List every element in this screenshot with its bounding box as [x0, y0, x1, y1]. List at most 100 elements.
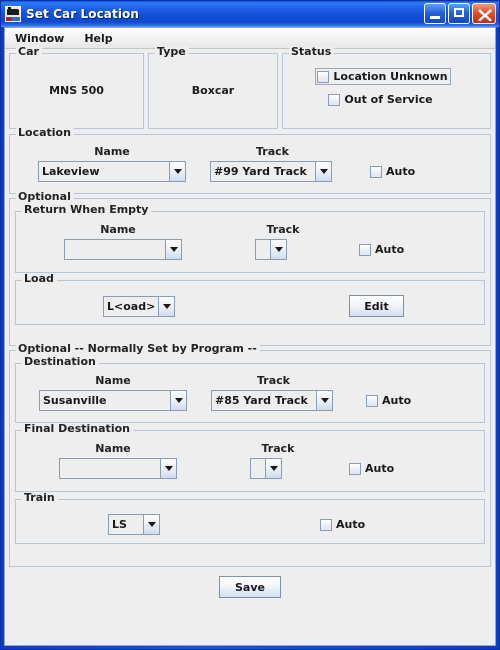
chevron-down-icon[interactable] [143, 514, 160, 535]
destination-name-combo[interactable]: Susanville [39, 390, 187, 411]
car-value: MNS 500 [49, 84, 104, 97]
save-button[interactable]: Save [219, 576, 281, 598]
load-group: Load L<oad> Edit [15, 273, 485, 325]
rwe-name-header: Name [100, 223, 136, 236]
type-group-label: Type [155, 46, 189, 58]
final-destination-label: Final Destination [22, 423, 133, 435]
checkbox-box [320, 518, 332, 531]
menu-item-window[interactable]: Window [12, 30, 73, 47]
car-group-label: Car [16, 46, 42, 58]
type-group: Type Boxcar [148, 46, 278, 129]
close-icon [478, 9, 492, 22]
out-of-service-label: Out of Service [344, 93, 433, 106]
train-group-label: Train [22, 492, 58, 504]
program-optional-group: Optional -- Normally Set by Program -- D… [9, 343, 491, 567]
close-button[interactable] [472, 3, 496, 24]
destination-name-header: Name [95, 374, 131, 387]
optional-group-label: Optional [16, 191, 74, 203]
application-window: Set Car Location Window Help Car MNS 500 [0, 0, 500, 650]
destination-group: Destination Name Track Susanville #85 Ya… [15, 356, 485, 423]
window-title: Set Car Location [26, 7, 140, 21]
train-auto-label: Auto [336, 518, 366, 531]
chevron-down-icon[interactable] [165, 239, 182, 260]
rwe-name-value [64, 239, 165, 260]
final-destination-group: Final Destination Name Track Auto [15, 423, 485, 492]
rwe-track-value [255, 239, 270, 260]
destination-group-label: Destination [22, 356, 99, 368]
car-group: Car MNS 500 [9, 46, 144, 129]
out-of-service-checkbox[interactable]: Out of Service [328, 93, 433, 106]
return-when-empty-label: Return When Empty [22, 204, 152, 216]
checkbox-box [359, 243, 371, 256]
location-group: Location Name Track Lakeview #99 Yard Tr… [9, 127, 491, 194]
chevron-down-icon[interactable] [270, 239, 287, 260]
location-group-label: Location [16, 127, 74, 139]
status-group: Status Location Unknown Out of Service [282, 46, 491, 129]
top-panels-row: Car MNS 500 Type Boxcar Status Location … [9, 46, 491, 129]
client-area: Window Help Car MNS 500 Type Boxcar Stat… [4, 27, 496, 646]
final-dest-auto-label: Auto [365, 462, 395, 475]
window-controls [424, 3, 496, 24]
final-dest-track-value [250, 458, 265, 479]
load-combo[interactable]: L<oad> [103, 295, 175, 317]
rwe-auto-checkbox[interactable]: Auto [359, 243, 404, 256]
chevron-down-icon[interactable] [315, 161, 332, 182]
locomotive-icon [5, 6, 21, 22]
train-auto-checkbox[interactable]: Auto [320, 518, 365, 531]
train-group: Train LS Auto [15, 492, 485, 544]
form-content: Car MNS 500 Type Boxcar Status Location … [5, 46, 495, 645]
final-dest-name-header: Name [95, 442, 131, 455]
destination-auto-label: Auto [382, 394, 412, 407]
title-bar[interactable]: Set Car Location [1, 1, 499, 27]
final-dest-name-value [59, 458, 160, 479]
checkbox-box [317, 70, 330, 83]
location-name-value: Lakeview [38, 161, 169, 182]
destination-auto-checkbox[interactable]: Auto [366, 394, 411, 407]
chevron-down-icon[interactable] [265, 458, 282, 479]
edit-button[interactable]: Edit [349, 295, 404, 317]
train-value: LS [108, 514, 143, 535]
final-dest-track-header: Track [261, 442, 295, 455]
program-optional-label: Optional -- Normally Set by Program -- [16, 343, 260, 355]
chevron-down-icon[interactable] [170, 390, 187, 411]
chevron-down-icon[interactable] [160, 458, 177, 479]
location-unknown-checkbox[interactable]: Location Unknown [315, 68, 451, 85]
load-value: L<oad> [103, 295, 158, 317]
menu-item-help[interactable]: Help [81, 30, 121, 47]
minimize-button[interactable] [424, 3, 446, 24]
final-dest-track-combo[interactable] [250, 458, 282, 479]
status-group-label: Status [289, 46, 335, 58]
rwe-auto-label: Auto [375, 243, 405, 256]
location-auto-checkbox[interactable]: Auto [370, 165, 415, 178]
location-name-header: Name [94, 145, 130, 158]
location-track-header: Track [256, 145, 289, 158]
footer-bar: Save [9, 576, 491, 598]
destination-track-combo[interactable]: #85 Yard Track [211, 390, 333, 411]
location-name-combo[interactable]: Lakeview [38, 161, 186, 182]
train-combo[interactable]: LS [108, 514, 160, 535]
menu-bar: Window Help [5, 28, 495, 49]
maximize-button[interactable] [448, 3, 470, 24]
location-track-combo[interactable]: #99 Yard Track [210, 161, 332, 182]
optional-group: Optional Return When Empty Name Track Au… [9, 191, 491, 346]
destination-track-value: #85 Yard Track [211, 390, 316, 411]
checkbox-box [349, 462, 361, 475]
destination-track-header: Track [257, 374, 290, 387]
location-auto-label: Auto [386, 165, 416, 178]
checkbox-box [328, 93, 341, 106]
checkbox-box [370, 165, 382, 178]
chevron-down-icon[interactable] [169, 161, 186, 182]
rwe-track-combo[interactable] [255, 239, 287, 260]
rwe-name-combo[interactable] [64, 239, 182, 260]
load-group-label: Load [22, 273, 57, 285]
checkbox-box [366, 394, 378, 407]
final-dest-auto-checkbox[interactable]: Auto [349, 462, 394, 475]
destination-name-value: Susanville [39, 390, 170, 411]
location-track-value: #99 Yard Track [210, 161, 315, 182]
location-unknown-label: Location Unknown [333, 70, 448, 83]
final-dest-name-combo[interactable] [59, 458, 177, 479]
type-value: Boxcar [191, 84, 235, 97]
chevron-down-icon[interactable] [158, 295, 175, 317]
return-when-empty-group: Return When Empty Name Track Auto [15, 204, 485, 273]
chevron-down-icon[interactable] [316, 390, 333, 411]
